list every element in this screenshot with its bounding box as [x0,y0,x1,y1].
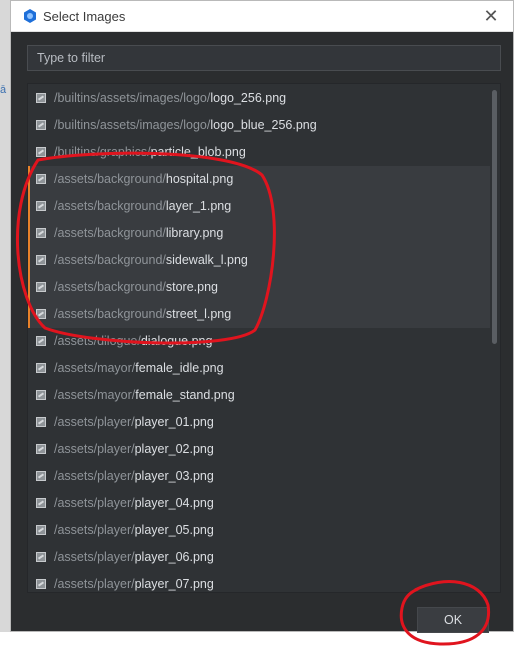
list-item[interactable]: /assets/dilogue/dialogue.png [28,328,490,355]
file-list[interactable]: /builtins/assets/images/logo/logo_256.pn… [27,83,501,593]
file-directory: /assets/background/ [54,280,166,294]
image-file-icon [36,228,46,238]
image-file-icon [36,579,46,589]
file-directory: /assets/dilogue/ [54,334,141,348]
file-name: female_stand.png [135,388,235,402]
dialog-title: Select Images [43,9,126,24]
close-icon[interactable]: ✕ [481,6,501,26]
file-name: player_01.png [134,415,214,429]
file-name: player_03.png [134,469,214,483]
list-item[interactable]: /assets/player/player_04.png [28,490,490,517]
image-file-icon [36,417,46,427]
file-name: player_05.png [134,523,214,537]
list-item[interactable]: /assets/player/player_01.png [28,409,490,436]
file-directory: /assets/mayor/ [54,388,136,402]
file-directory: /assets/player/ [54,496,135,510]
list-item[interactable]: /assets/mayor/female_idle.png [28,355,490,382]
file-name: hospital.png [165,172,234,186]
file-directory: /assets/player/ [54,550,135,564]
list-item[interactable]: /assets/player/player_06.png [28,544,490,571]
title-bar: Select Images ✕ [11,1,513,32]
file-name: player_07.png [134,577,214,591]
ok-button[interactable]: OK [417,607,489,633]
image-file-icon [36,363,46,373]
file-name: sidewalk_l.png [165,253,248,267]
image-file-icon [36,552,46,562]
file-name: player_06.png [134,550,214,564]
list-item[interactable]: /assets/background/store.png [28,274,490,301]
image-file-icon [36,525,46,535]
file-name: player_02.png [134,442,214,456]
image-file-icon [36,93,46,103]
select-images-dialog: Select Images ✕ Type to filter /builtins… [10,0,514,633]
file-name: logo_256.png [210,91,287,105]
list-item[interactable]: /assets/mayor/female_stand.png [28,382,490,409]
list-item[interactable]: /assets/player/player_05.png [28,517,490,544]
file-directory: /assets/player/ [54,469,135,483]
file-name: street_l.png [165,307,232,321]
image-file-icon [36,255,46,265]
filter-input[interactable]: Type to filter [27,45,501,71]
scrollbar-thumb[interactable] [492,90,497,344]
file-directory: /assets/player/ [54,577,135,591]
image-file-icon [36,471,46,481]
image-file-icon [36,309,46,319]
image-file-icon [36,282,46,292]
file-name: player_04.png [134,496,214,510]
file-directory: /assets/background/ [54,226,166,240]
file-directory: /builtins/assets/images/logo/ [54,118,211,132]
file-directory: /assets/background/ [54,307,166,321]
image-file-icon [36,336,46,346]
file-directory: /assets/player/ [54,442,135,456]
list-item[interactable]: /builtins/assets/images/logo/logo_blue_2… [28,112,490,139]
file-directory: /assets/mayor/ [54,361,136,375]
list-item[interactable]: /assets/player/player_02.png [28,436,490,463]
file-directory: /builtins/assets/images/logo/ [54,91,211,105]
list-item[interactable]: /assets/background/hospital.png [28,166,490,193]
file-directory: /assets/background/ [54,199,166,213]
image-file-icon [36,444,46,454]
image-file-icon [36,201,46,211]
list-item[interactable]: /assets/background/layer_1.png [28,193,490,220]
list-item[interactable]: /builtins/graphics/particle_blob.png [28,139,490,166]
file-name: particle_blob.png [150,145,246,159]
defold-logo-icon [24,9,36,23]
list-item[interactable]: /assets/player/player_07.png [28,571,490,592]
list-item[interactable]: /assets/background/library.png [28,220,490,247]
file-directory: /assets/background/ [54,172,166,186]
file-name: store.png [165,280,218,294]
list-item[interactable]: /builtins/assets/images/logo/logo_256.pn… [28,85,490,112]
file-directory: /builtins/graphics/ [54,145,151,159]
file-name: layer_1.png [165,199,232,213]
file-name: library.png [165,226,224,240]
list-item[interactable]: /assets/player/player_03.png [28,463,490,490]
image-file-icon [36,390,46,400]
image-file-icon [36,147,46,157]
file-name: logo_blue_256.png [210,118,317,132]
file-directory: /assets/player/ [54,415,135,429]
list-item[interactable]: /assets/background/street_l.png [28,301,490,328]
file-directory: /assets/player/ [54,523,135,537]
file-name: dialogue.png [140,334,213,348]
image-file-icon [36,174,46,184]
file-name: female_idle.png [135,361,224,375]
file-directory: /assets/background/ [54,253,166,267]
list-item[interactable]: /assets/background/sidewalk_l.png [28,247,490,274]
image-file-icon [36,498,46,508]
image-file-icon [36,120,46,130]
